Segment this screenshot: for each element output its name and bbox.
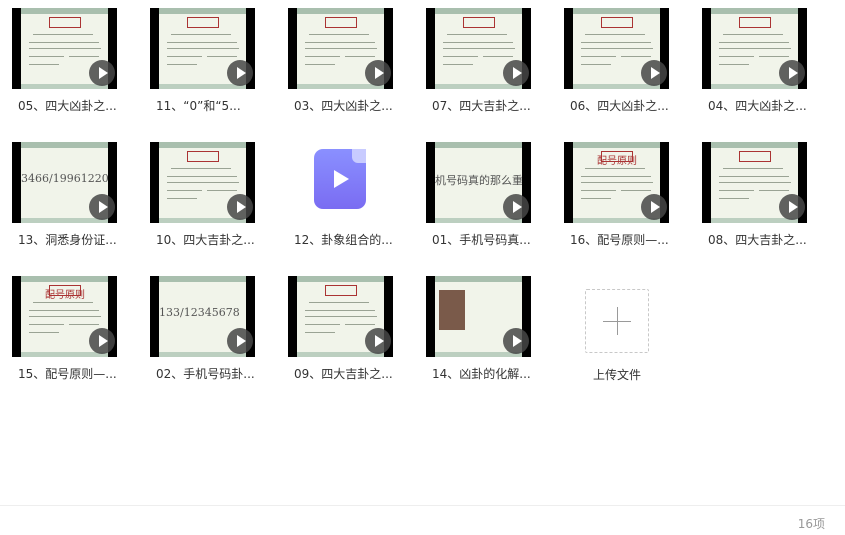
file-name: 13、洞悉身份证... <box>18 233 117 247</box>
slide-title-box <box>325 285 357 296</box>
slide-text: 机号码真的那么重要吗? <box>435 174 522 187</box>
slide-title-box <box>601 17 633 28</box>
slide-title-box <box>49 17 81 28</box>
file-item[interactable]: 14、凶卦的化解... <box>414 268 552 388</box>
file-item[interactable]: 133/12345678 02、手机号码卦... <box>138 268 276 388</box>
video-thumbnail[interactable] <box>702 142 807 223</box>
file-name: 07、四大吉卦之... <box>432 99 531 113</box>
plus-icon-stroke <box>617 307 618 335</box>
play-glyph-icon <box>334 170 349 188</box>
file-name: 16、配号原则—... <box>570 233 669 247</box>
slide-title-box <box>739 151 771 162</box>
video-thumbnail[interactable] <box>150 8 255 89</box>
video-thumbnail[interactable]: 3466/19961220437 <box>12 142 117 223</box>
file-name: 09、四大吉卦之... <box>294 367 393 381</box>
play-icon[interactable] <box>641 60 667 86</box>
upload-label: 上传文件 <box>592 368 641 382</box>
file-item[interactable]: 04、四大凶卦之... <box>690 0 828 120</box>
slide-title-box <box>463 17 495 28</box>
slide-text: 3466/19961220437 <box>21 172 108 185</box>
file-item[interactable]: 08、四大吉卦之... <box>690 134 828 254</box>
upload-box[interactable] <box>585 289 649 353</box>
video-thumbnail[interactable] <box>12 8 117 89</box>
file-name: 10、四大吉卦之... <box>156 233 255 247</box>
play-icon[interactable] <box>365 60 391 86</box>
item-count: 16项 <box>797 517 825 531</box>
file-item[interactable]: 配号原则 15、配号原则—... <box>0 268 138 388</box>
file-item[interactable]: 机号码真的那么重要吗? 01、手机号码真... <box>414 134 552 254</box>
file-name: 11、“0”和“5... <box>156 99 241 113</box>
file-name: 06、四大凶卦之... <box>570 99 669 113</box>
play-icon[interactable] <box>89 194 115 220</box>
file-item[interactable]: 05、四大凶卦之... <box>0 0 138 120</box>
video-thumbnail[interactable] <box>150 142 255 223</box>
file-name: 05、四大凶卦之... <box>18 99 117 113</box>
file-grid: 05、四大凶卦之... 11、“0”和“5... 03、四大凶卦之... 07、四大吉… <box>0 0 845 505</box>
play-icon[interactable] <box>89 60 115 86</box>
file-item[interactable]: 06、四大凶卦之... <box>552 0 690 120</box>
status-bar: 16项 <box>0 505 845 535</box>
upload-file-button[interactable]: 上传文件 <box>573 275 673 385</box>
play-icon[interactable] <box>779 194 805 220</box>
file-name: 12、卦象组合的... <box>294 233 393 247</box>
slide-title-box <box>325 17 357 28</box>
file-name: 08、四大吉卦之... <box>708 233 807 247</box>
file-item[interactable]: 11、“0”和“5... <box>138 0 276 120</box>
slide-text: 133/12345678 <box>159 306 240 319</box>
file-name: 03、四大凶卦之... <box>294 99 393 113</box>
file-name: 01、手机号码真... <box>432 233 531 247</box>
play-icon[interactable] <box>641 194 667 220</box>
video-thumbnail[interactable] <box>288 276 393 357</box>
file-item[interactable]: 03、四大凶卦之... <box>276 0 414 120</box>
file-item[interactable]: 配号原则 16、配号原则—... <box>552 134 690 254</box>
play-icon[interactable] <box>503 194 529 220</box>
slide-text: 配号原则 <box>597 156 637 167</box>
play-icon[interactable] <box>227 194 253 220</box>
play-icon[interactable] <box>227 328 253 354</box>
video-document-icon <box>314 149 366 209</box>
play-icon[interactable] <box>89 328 115 354</box>
video-thumbnail[interactable] <box>288 8 393 89</box>
slide-title-box <box>739 17 771 28</box>
slide-photo <box>439 290 465 330</box>
video-thumbnail[interactable]: 133/12345678 <box>150 276 255 357</box>
file-item[interactable]: 07、四大吉卦之... <box>414 0 552 120</box>
file-item[interactable]: 10、四大吉卦之... <box>138 134 276 254</box>
file-item[interactable]: 3466/19961220437 13、洞悉身份证... <box>0 134 138 254</box>
play-icon[interactable] <box>227 60 253 86</box>
slide-text: 配号原则 <box>45 290 85 301</box>
video-thumbnail[interactable] <box>426 276 531 357</box>
play-icon[interactable] <box>779 60 805 86</box>
file-item[interactable]: 09、四大吉卦之... <box>276 268 414 388</box>
play-icon[interactable] <box>365 328 391 354</box>
play-icon[interactable] <box>503 60 529 86</box>
play-icon[interactable] <box>503 328 529 354</box>
video-thumbnail[interactable]: 配号原则 <box>12 276 117 357</box>
slide-title-box <box>187 151 219 162</box>
file-name: 14、凶卦的化解... <box>432 367 531 381</box>
video-thumbnail[interactable]: 配号原则 <box>564 142 669 223</box>
file-name: 15、配号原则—... <box>18 367 117 381</box>
slide-title-box <box>187 17 219 28</box>
video-thumbnail[interactable] <box>426 8 531 89</box>
file-name: 04、四大凶卦之... <box>708 99 807 113</box>
video-thumbnail[interactable] <box>564 8 669 89</box>
file-name: 02、手机号码卦... <box>156 367 255 381</box>
file-item[interactable]: 12、卦象组合的... <box>276 134 414 254</box>
video-thumbnail[interactable] <box>702 8 807 89</box>
video-thumbnail[interactable]: 机号码真的那么重要吗? <box>426 142 531 223</box>
